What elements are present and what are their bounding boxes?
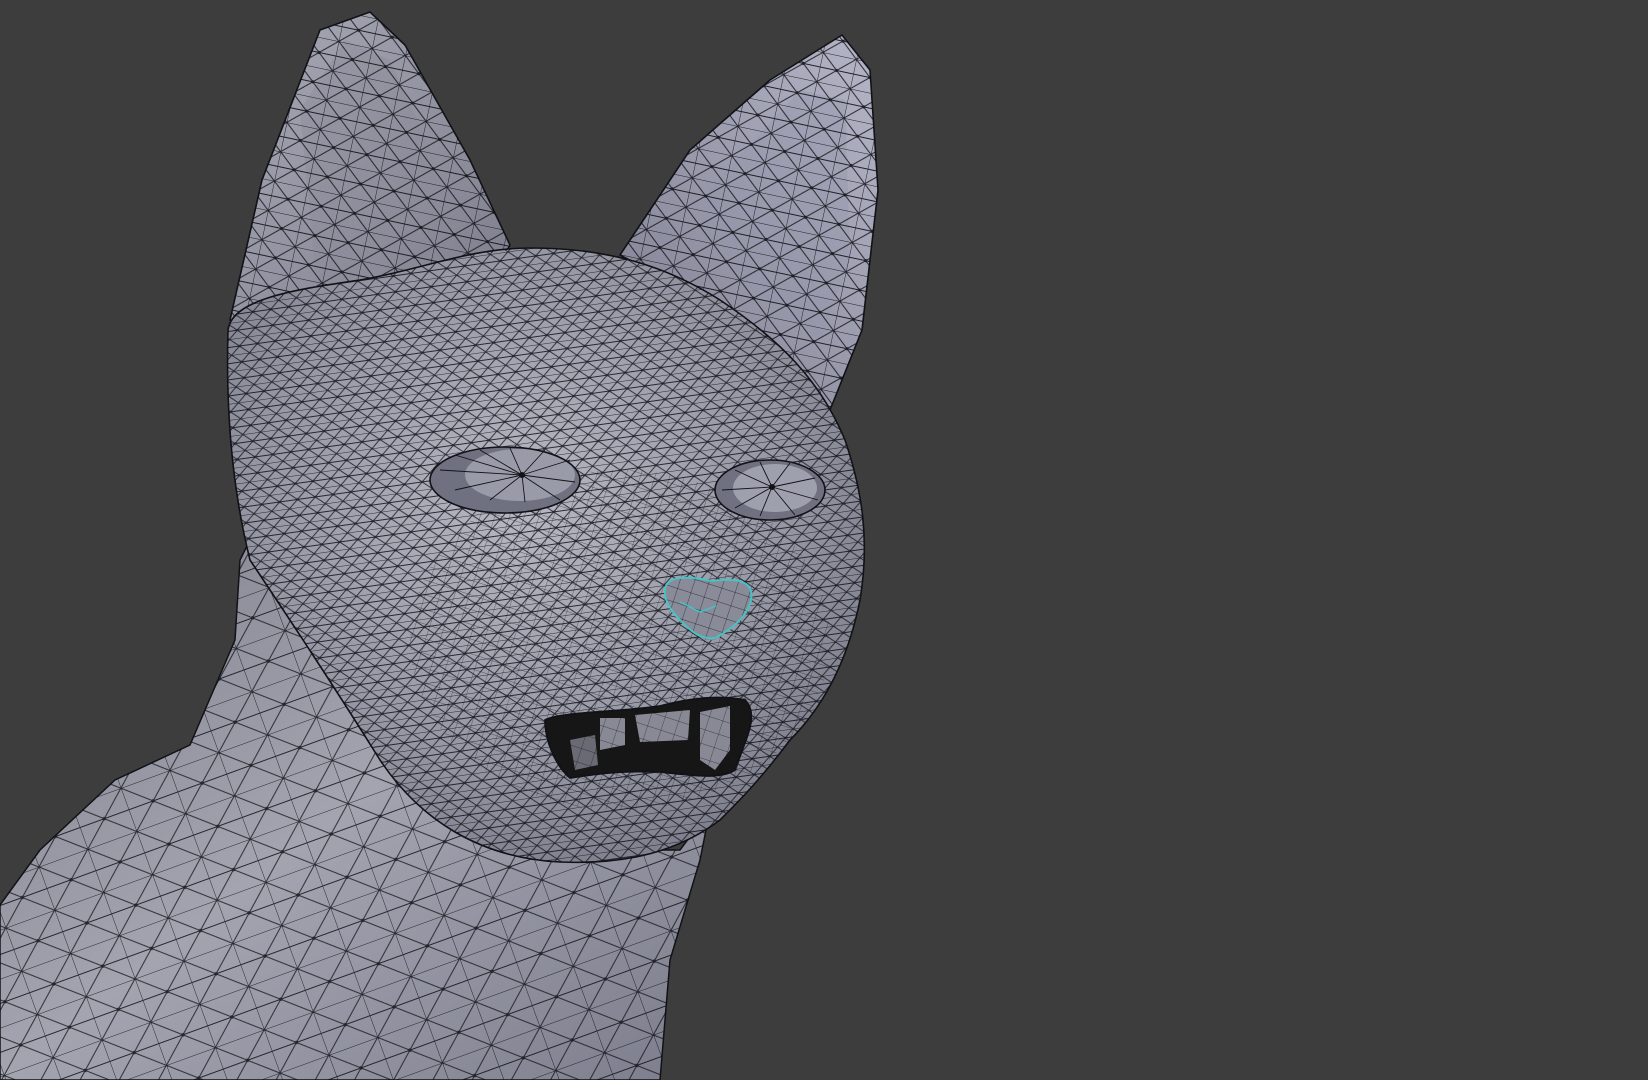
- right-eye-mesh[interactable]: [714, 459, 826, 521]
- left-eye-mesh[interactable]: [429, 446, 581, 514]
- 3d-viewport[interactable]: [0, 0, 1648, 1080]
- viewport-canvas[interactable]: [0, 0, 1648, 1080]
